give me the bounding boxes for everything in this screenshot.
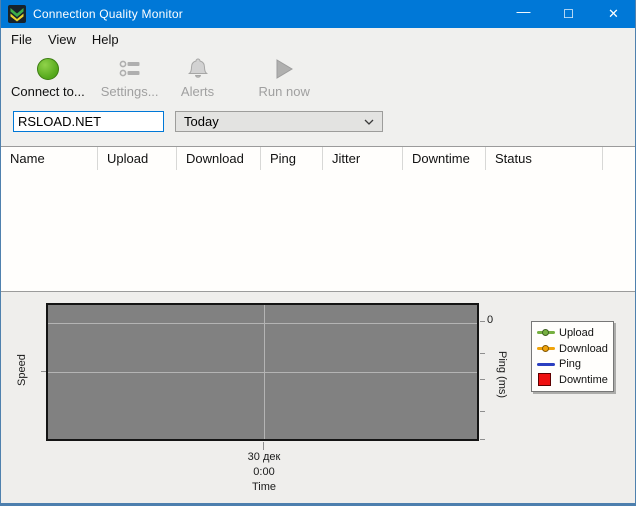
close-button[interactable]: ✕ (591, 0, 635, 28)
chart-legend: Upload Download Ping Downtime (531, 321, 614, 392)
column-header-jitter[interactable]: Jitter (323, 147, 403, 170)
bottom-axis-tick (263, 442, 264, 450)
menubar: File View Help (1, 28, 635, 50)
app-logo-icon (8, 5, 26, 23)
column-header-name[interactable]: Name (1, 147, 98, 170)
server-input[interactable] (13, 111, 164, 132)
app-window: Connection Quality Monitor — ☐ ✕ File Vi… (0, 0, 636, 506)
right-axis-tick (480, 411, 485, 412)
connect-button[interactable]: Connect to... (3, 54, 93, 99)
upload-series-icon (537, 328, 555, 338)
close-icon: ✕ (608, 6, 619, 21)
chart-plot-area (46, 303, 479, 441)
x-axis-labels: 30 дек 0:00 Time (194, 451, 334, 496)
right-axis-tick (480, 353, 485, 354)
left-axis-tick (41, 371, 46, 372)
gridline-horizontal (48, 323, 477, 324)
column-header-downtime[interactable]: Downtime (403, 147, 486, 170)
downtime-series-icon (537, 373, 555, 387)
results-table-header: Name Upload Download Ping Jitter Downtim… (1, 146, 635, 170)
right-axis-tick (480, 379, 485, 380)
chart-panel: 0 Ping (ms) Speed 30 дек 0:00 Time Uploa… (1, 291, 635, 503)
column-header-download[interactable]: Download (177, 147, 261, 170)
window-title: Connection Quality Monitor (33, 7, 183, 21)
column-header-status[interactable]: Status (486, 147, 603, 170)
settings-button[interactable]: Settings... (93, 54, 167, 99)
minimize-icon: — (516, 3, 531, 19)
run-now-button[interactable]: Run now (251, 54, 318, 99)
legend-item-download: Download (537, 341, 608, 356)
connect-icon (36, 56, 59, 82)
ping-series-icon (537, 359, 555, 369)
gridline-vertical (264, 305, 265, 439)
titlebar: Connection Quality Monitor — ☐ ✕ (1, 0, 635, 28)
right-axis-tick (480, 321, 485, 322)
column-header-filler (603, 147, 635, 170)
left-axis-title: Speed (16, 354, 28, 386)
menu-help[interactable]: Help (84, 30, 127, 49)
column-header-ping[interactable]: Ping (261, 147, 323, 170)
legend-item-upload: Upload (537, 325, 608, 340)
controls-row: Today (1, 103, 635, 146)
toolbar: Connect to... Settings... Alerts Run now (1, 50, 635, 103)
alerts-button[interactable]: Alerts (167, 54, 229, 99)
chevron-down-icon (364, 119, 374, 125)
results-table-body (1, 170, 635, 291)
bell-icon (187, 56, 209, 82)
column-header-upload[interactable]: Upload (98, 147, 177, 170)
right-axis-tick (480, 439, 485, 440)
right-axis-title: Ping (ms) (496, 351, 508, 399)
legend-item-ping: Ping (537, 357, 608, 372)
right-axis-tick-label: 0 (487, 314, 494, 326)
maximize-icon: ☐ (563, 7, 574, 21)
menu-file[interactable]: File (3, 30, 40, 49)
period-dropdown[interactable]: Today (175, 111, 383, 132)
maximize-button[interactable]: ☐ (546, 0, 591, 28)
period-dropdown-value: Today (184, 114, 219, 129)
x-tick-date: 30 дек (247, 451, 281, 463)
legend-item-downtime: Downtime (537, 373, 608, 388)
play-icon (273, 56, 295, 82)
minimize-button[interactable]: — (501, 0, 546, 28)
menu-view[interactable]: View (40, 30, 84, 49)
window-controls: — ☐ ✕ (501, 0, 635, 28)
download-series-icon (537, 344, 555, 354)
settings-icon (118, 56, 142, 82)
gridline-horizontal (48, 372, 477, 373)
x-tick-time: 0:00 (253, 466, 275, 478)
x-axis-title: Time (251, 481, 277, 493)
